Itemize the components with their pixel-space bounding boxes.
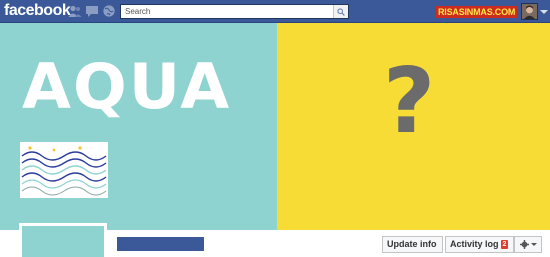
watermark-brand: RISASINMAS.COM xyxy=(436,6,518,18)
friend-requests-icon[interactable] xyxy=(68,4,82,18)
user-avatar[interactable] xyxy=(521,3,538,20)
search-input[interactable] xyxy=(121,5,333,18)
account-menu-arrow-icon[interactable] xyxy=(539,4,549,19)
chevron-down-icon xyxy=(530,243,537,246)
profile-name-redacted xyxy=(117,237,204,251)
top-navigation-bar: facebook RISASINMAS.COM xyxy=(0,0,550,23)
activity-log-label: Activity log xyxy=(450,239,499,249)
gear-icon xyxy=(519,240,529,249)
activity-log-badge: 2 xyxy=(500,240,509,249)
search-box xyxy=(120,4,349,19)
notifications-globe-icon[interactable] xyxy=(102,4,116,18)
messages-icon[interactable] xyxy=(85,4,99,18)
search-button[interactable] xyxy=(333,5,348,18)
cover-left-text: AQUA xyxy=(22,50,232,123)
facebook-logo[interactable]: facebook xyxy=(4,2,71,20)
magnifier-icon xyxy=(337,7,345,16)
update-info-button[interactable]: Update info xyxy=(382,236,443,253)
activity-log-button[interactable]: Activity log 2 xyxy=(445,236,514,253)
waves-illustration xyxy=(20,142,108,198)
profile-settings-button[interactable] xyxy=(514,236,542,253)
cover-question-mark: ? xyxy=(383,49,436,154)
profile-picture[interactable] xyxy=(19,223,107,257)
